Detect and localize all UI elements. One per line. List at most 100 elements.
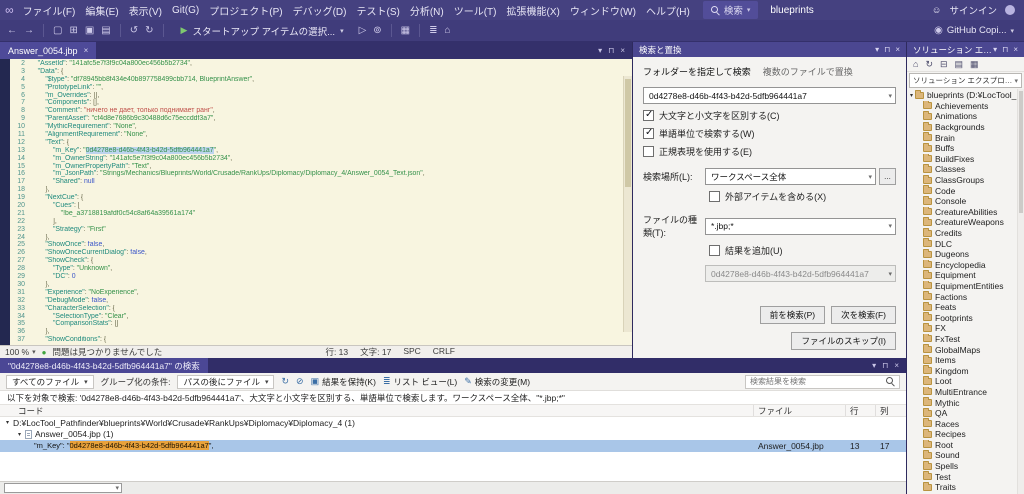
- code-line[interactable]: 33 "CharacterSelection": {: [10, 305, 632, 313]
- code-line[interactable]: 4 "$type": "df78945bb8f434e40b897758499c…: [10, 76, 632, 84]
- code-line[interactable]: 25 "ShowOnce": false,: [10, 241, 632, 249]
- zoom-selector[interactable]: 100 % ▾: [5, 347, 36, 357]
- expand-icon[interactable]: ▾: [910, 92, 913, 99]
- tree-item-Test[interactable]: Test: [907, 471, 1024, 482]
- sign-in-button[interactable]: サインイン: [949, 3, 997, 17]
- code-line[interactable]: 6 "m_Overrides": [],: [10, 92, 632, 100]
- menu-item-1[interactable]: 編集(E): [80, 1, 123, 20]
- code-line[interactable]: 20 "Cues": [: [10, 202, 632, 210]
- explorer-scrollbar[interactable]: [1017, 89, 1024, 494]
- close-icon[interactable]: ×: [894, 361, 899, 370]
- find-next-button[interactable]: 次を検索(F): [831, 306, 896, 324]
- redo-icon[interactable]: ↻: [144, 25, 154, 36]
- tree-item-DLC[interactable]: DLC: [907, 238, 1024, 249]
- regex-checkbox[interactable]: 正規表現を使用する(E): [643, 145, 896, 158]
- menu-item-6[interactable]: テスト(S): [351, 1, 404, 20]
- code-line[interactable]: 3 "Data": {: [10, 68, 632, 76]
- save-icon[interactable]: ▣: [84, 25, 95, 36]
- eol-indicator[interactable]: CRLF: [433, 346, 455, 358]
- code-line[interactable]: 36 },: [10, 328, 632, 336]
- menu-item-11[interactable]: ヘルプ(H): [641, 1, 695, 20]
- code-line[interactable]: 23 "Strategy": "First": [10, 226, 632, 234]
- code-line[interactable]: 29 "DC": 0: [10, 273, 632, 281]
- solution-explorer-titlebar[interactable]: ソリューション エクスプローラー ▾⊓×: [907, 42, 1024, 57]
- tree-item-Recipes[interactable]: Recipes: [907, 429, 1024, 440]
- tree-item-BuildFixes[interactable]: BuildFixes: [907, 154, 1024, 165]
- code-line[interactable]: 10 "MythicRequirement": "None",: [10, 123, 632, 131]
- forward-icon[interactable]: →: [23, 25, 35, 36]
- code-line[interactable]: 12 "Text": {: [10, 139, 632, 147]
- code-line[interactable]: 30 },: [10, 281, 632, 289]
- code-line[interactable]: 28 "Type": "Unknown",: [10, 265, 632, 273]
- tree-item-CreatureWeapons[interactable]: CreatureWeapons: [907, 217, 1024, 228]
- tree-item-Credits[interactable]: Credits: [907, 228, 1024, 239]
- tree-item-GlobalMaps[interactable]: GlobalMaps: [907, 344, 1024, 355]
- menu-item-3[interactable]: Git(G): [167, 3, 204, 18]
- tree-item-Factions[interactable]: Factions: [907, 291, 1024, 302]
- scrollbar-thumb[interactable]: [1019, 91, 1023, 213]
- pin-icon[interactable]: ⊓: [608, 46, 614, 55]
- tree-item-EquipmentEntities[interactable]: EquipmentEntities: [907, 281, 1024, 292]
- scrollbar-thumb[interactable]: [625, 79, 631, 187]
- feedback-icon[interactable]: ☺: [932, 5, 942, 16]
- quick-search-box[interactable]: 検索 ▾: [703, 1, 759, 19]
- code-line[interactable]: 34 "SelectionType": "Clear",: [10, 313, 632, 321]
- dock-menu-icon[interactable]: ▾: [872, 361, 876, 370]
- tree-item-Traits[interactable]: Traits: [907, 482, 1024, 493]
- tree-item-CreatureAbilities[interactable]: CreatureAbilities: [907, 207, 1024, 218]
- bottom-filter-combo[interactable]: ▾: [4, 483, 122, 493]
- include-external-checkbox[interactable]: 外部アイテムを含める(X): [709, 190, 896, 203]
- space-indicator[interactable]: SPC: [403, 346, 420, 358]
- code-line[interactable]: 17 "Shared": null: [10, 178, 632, 186]
- tree-item-Animations[interactable]: Animations: [907, 111, 1024, 122]
- code-line[interactable]: 15 "m_OwnerPropertyPath": "Text",: [10, 163, 632, 171]
- menu-item-5[interactable]: デバッグ(D): [288, 1, 352, 20]
- tree-item-Mythic[interactable]: Mythic: [907, 397, 1024, 408]
- result-file-row[interactable]: ▾ Answer_0054.jbp (1): [0, 429, 906, 441]
- github-copilot-button[interactable]: GitHub Copi...: [947, 25, 1007, 36]
- home-icon[interactable]: ⌂: [912, 59, 919, 69]
- code-line[interactable]: 37 "ShowConditions": {: [10, 336, 632, 344]
- code-line[interactable]: 2 "AssetId": "141afc5e7f3f9c04a800ec456b…: [10, 60, 632, 68]
- results-tab[interactable]: "0d4278e8-d46b-4f43-b42d-5dfb964441a7" の…: [0, 358, 208, 373]
- run-without-debug-icon[interactable]: ▷: [358, 25, 368, 36]
- explorer-mode-combo[interactable]: ソリューション エクスプローラー - フォルダー ▾: [909, 73, 1022, 88]
- close-icon[interactable]: ×: [84, 46, 89, 55]
- search-query-combo[interactable]: 0d4278e8-d46b-4f43-b42d-5dfb964441a7 ▾: [643, 87, 896, 104]
- tree-item-Backgrounds[interactable]: Backgrounds: [907, 122, 1024, 133]
- column-header-col[interactable]: 列: [876, 405, 906, 416]
- tree-item-Console[interactable]: Console: [907, 196, 1024, 207]
- github-copilot-icon[interactable]: ◉: [934, 25, 943, 36]
- menu-item-10[interactable]: ウィンドウ(W): [565, 1, 641, 20]
- file-filter-combo[interactable]: すべてのファイル ▾: [6, 375, 94, 389]
- stop-icon[interactable]: ⊘: [296, 376, 304, 387]
- new-file-icon[interactable]: ▢: [52, 25, 63, 36]
- tree-item-Code[interactable]: Code: [907, 185, 1024, 196]
- code-line[interactable]: 7 "Components": [],: [10, 99, 632, 107]
- pin-icon[interactable]: ⊓: [884, 45, 890, 54]
- code-line[interactable]: 26 "ShowOnceCurrentDialog": false,: [10, 249, 632, 257]
- tree-item-Items[interactable]: Items: [907, 355, 1024, 366]
- code-line[interactable]: 18 },: [10, 186, 632, 194]
- line-indicator[interactable]: 行: 13: [325, 346, 348, 358]
- startup-item-selector[interactable]: ▶ スタートアップ アイテムの選択... ▾: [174, 22, 351, 40]
- tab-replace-in-files[interactable]: 複数のファイルで置換: [763, 65, 853, 78]
- tree-item-Equipment[interactable]: Equipment: [907, 270, 1024, 281]
- code-line[interactable]: 9 "ParentAsset": "cf4d8e7686b9c30488d6c7…: [10, 115, 632, 123]
- code-line[interactable]: 13 "m_Key": "0d4278e8-d46b-4f43-b42d-5df…: [10, 147, 632, 155]
- menu-item-0[interactable]: ファイル(F): [18, 1, 81, 20]
- tree-item-Feats[interactable]: Feats: [907, 302, 1024, 313]
- code-line[interactable]: 31 "Experience": "NoExperience",: [10, 289, 632, 297]
- tree-item-Dugeons[interactable]: Dugeons: [907, 249, 1024, 260]
- skip-file-button[interactable]: ファイルのスキップ(I): [791, 332, 896, 350]
- tree-item-ClassGroups[interactable]: ClassGroups: [907, 175, 1024, 186]
- tree-item-Root[interactable]: Root: [907, 440, 1024, 451]
- menu-item-8[interactable]: ツール(T): [449, 1, 502, 20]
- result-group-row[interactable]: ▾ D:¥LocTool_Pathfinder¥blueprints¥World…: [0, 417, 906, 429]
- append-results-checkbox[interactable]: 結果を追加(U): [709, 244, 896, 257]
- editor-tab-answer-0054[interactable]: Answer_0054.jbp ×: [0, 42, 96, 59]
- result-match-row[interactable]: "m_Key": "0d4278e8-d46b-4f43-b42d-5dfb96…: [0, 440, 906, 452]
- tree-root[interactable]: ▾blueprints (D:¥LocTool_Pat...: [907, 90, 1024, 101]
- find-in-files-icon[interactable]: ≣: [428, 25, 438, 36]
- code-line[interactable]: 11 "AlignmentRequirement": "None",: [10, 131, 632, 139]
